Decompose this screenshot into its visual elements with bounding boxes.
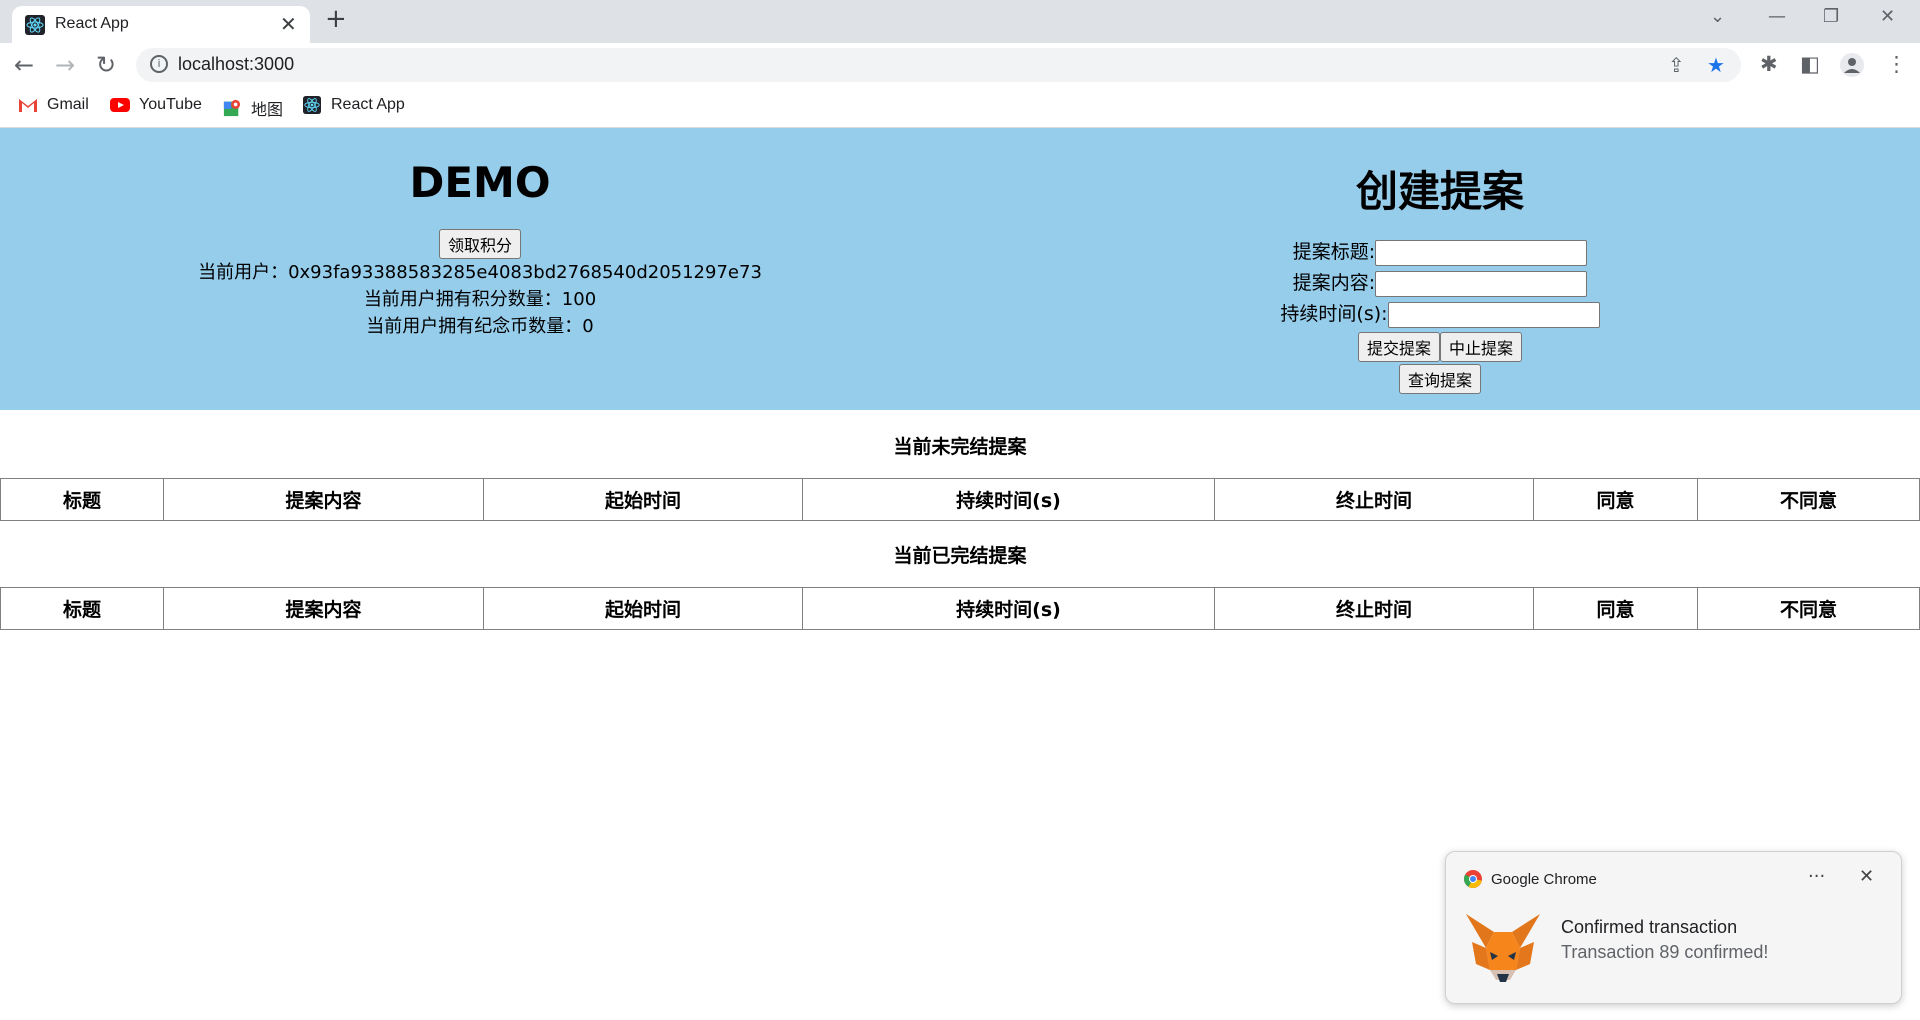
column-header: 终止时间 xyxy=(1214,478,1534,521)
proposal-duration-label: 持续时间(s): xyxy=(1280,303,1388,325)
minimize-icon[interactable]: — xyxy=(1768,6,1786,27)
address-bar[interactable]: i localhost:3000 ⇪ ★ xyxy=(136,48,1741,82)
column-header: 同意 xyxy=(1533,478,1698,521)
stop-proposal-button[interactable]: 中止提案 xyxy=(1440,332,1523,362)
browser-toolbar: ← → ↻ i localhost:3000 ⇪ ★ ✱ ◧ ⋮ xyxy=(0,43,1920,87)
notification-app-name: Google Chrome xyxy=(1491,870,1597,888)
column-header: 标题 xyxy=(0,478,164,521)
proposal-title-label: 提案标题: xyxy=(1292,241,1376,263)
react-icon xyxy=(303,96,321,114)
claim-points-button[interactable]: 领取积分 xyxy=(438,229,521,259)
site-info-icon[interactable]: i xyxy=(150,55,168,73)
tab-title: React App xyxy=(55,15,129,32)
create-proposal-title: 创建提案 xyxy=(1355,167,1524,216)
table-header-row: 标题 提案内容 起始时间 持续时间(s) 终止时间 同意 不同意 xyxy=(0,587,1920,630)
close-window-icon[interactable]: ✕ xyxy=(1880,6,1895,27)
side-panel-icon[interactable]: ◧ xyxy=(1800,52,1820,76)
more-options-icon[interactable]: ··· xyxy=(1808,866,1825,887)
column-header: 持续时间(s) xyxy=(802,478,1215,521)
demo-title: DEMO xyxy=(409,158,551,207)
proposal-content-label: 提案内容: xyxy=(1292,272,1376,294)
youtube-icon xyxy=(110,98,130,112)
extensions-icon[interactable]: ✱ xyxy=(1760,52,1778,76)
column-header: 持续时间(s) xyxy=(802,587,1215,630)
gmail-icon xyxy=(19,99,37,112)
notification-body: Transaction 89 confirmed! xyxy=(1561,942,1769,962)
proposal-title-input[interactable] xyxy=(1375,239,1588,266)
notification-title: Confirmed transaction xyxy=(1561,917,1738,937)
create-proposal-panel: 创建提案 提案标题: 提案内容: 持续时间(s): 提交提案 中止提案 查询提案 xyxy=(960,128,1920,394)
user-panel: DEMO 领取积分 当前用户：0x93fa93388583285e4083bd2… xyxy=(0,128,960,340)
url-text: localhost:3000 xyxy=(178,54,295,74)
finished-proposals-heading: 当前已完结提案 xyxy=(893,545,1027,567)
bookmark-label: Gmail xyxy=(47,96,89,113)
points-count-text: 当前用户拥有积分数量：100 xyxy=(363,289,597,310)
browser-tab[interactable]: React App ✕ xyxy=(12,6,310,43)
column-header: 同意 xyxy=(1533,587,1698,630)
proposal-title-row: 提案标题: xyxy=(960,237,1920,268)
react-icon xyxy=(25,15,45,35)
bookmark-label: 地图 xyxy=(251,102,284,119)
column-header: 提案内容 xyxy=(163,478,484,521)
proposal-duration-input[interactable] xyxy=(1387,301,1600,328)
reload-icon[interactable]: ↻ xyxy=(96,51,116,79)
proposal-content-input[interactable] xyxy=(1375,270,1588,297)
column-header: 起始时间 xyxy=(483,478,803,521)
forward-icon[interactable]: → xyxy=(55,51,75,79)
ongoing-proposals-heading: 当前未完结提案 xyxy=(893,436,1027,458)
notification-header: Google Chrome xyxy=(1464,870,1597,888)
bookmark-youtube[interactable]: YouTube xyxy=(110,96,202,114)
restore-icon[interactable]: ❐ xyxy=(1823,6,1839,27)
column-header: 起始时间 xyxy=(483,587,803,630)
submit-proposal-button[interactable]: 提交提案 xyxy=(1357,332,1440,362)
query-proposal-button[interactable]: 查询提案 xyxy=(1398,364,1481,394)
column-header: 标题 xyxy=(0,587,164,630)
bookmark-react-app[interactable]: React App xyxy=(302,96,405,114)
column-header: 不同意 xyxy=(1697,587,1920,630)
current-user-text: 当前用户：0x93fa93388583285e4083bd2768540d205… xyxy=(198,262,762,283)
tab-strip: React App ✕ + ⌄ — ❐ ✕ xyxy=(0,0,1920,43)
coins-count-text: 当前用户拥有纪念币数量：0 xyxy=(366,316,594,337)
bookmark-label: React App xyxy=(331,96,405,113)
proposal-duration-row: 持续时间(s): xyxy=(960,299,1920,330)
close-tab-icon[interactable]: ✕ xyxy=(280,12,297,36)
close-notification-icon[interactable]: ✕ xyxy=(1859,866,1874,887)
proposal-content-row: 提案内容: xyxy=(960,268,1920,299)
bookmark-gmail[interactable]: Gmail xyxy=(18,96,89,114)
metamask-fox-icon xyxy=(1466,914,1540,982)
bookmark-star-icon[interactable]: ★ xyxy=(1707,53,1725,77)
column-header: 不同意 xyxy=(1697,478,1920,521)
ongoing-proposals-table: 标题 提案内容 起始时间 持续时间(s) 终止时间 同意 不同意 xyxy=(0,478,1920,521)
share-icon[interactable]: ⇪ xyxy=(1668,53,1685,77)
hero-section: DEMO 领取积分 当前用户：0x93fa93388583285e4083bd2… xyxy=(0,128,1920,410)
tab-search-icon[interactable]: ⌄ xyxy=(1710,6,1725,27)
chrome-notification[interactable]: Google Chrome ··· ✕ Confirmed transactio… xyxy=(1445,851,1902,1004)
back-icon[interactable]: ← xyxy=(14,51,34,79)
table-header-row: 标题 提案内容 起始时间 持续时间(s) 终止时间 同意 不同意 xyxy=(0,478,1920,521)
profile-avatar-icon[interactable] xyxy=(1840,53,1864,77)
bookmarks-bar: Gmail YouTube 地图 React App xyxy=(0,87,1920,128)
column-header: 终止时间 xyxy=(1214,587,1534,630)
menu-icon[interactable]: ⋮ xyxy=(1886,52,1907,76)
bookmark-label: YouTube xyxy=(139,96,202,113)
column-header: 提案内容 xyxy=(163,587,484,630)
maps-icon xyxy=(223,99,241,117)
bookmark-maps[interactable]: 地图 xyxy=(222,96,283,120)
chrome-icon xyxy=(1464,870,1482,888)
finished-proposals-table: 标题 提案内容 起始时间 持续时间(s) 终止时间 同意 不同意 xyxy=(0,587,1920,630)
new-tab-icon[interactable]: + xyxy=(325,4,347,34)
